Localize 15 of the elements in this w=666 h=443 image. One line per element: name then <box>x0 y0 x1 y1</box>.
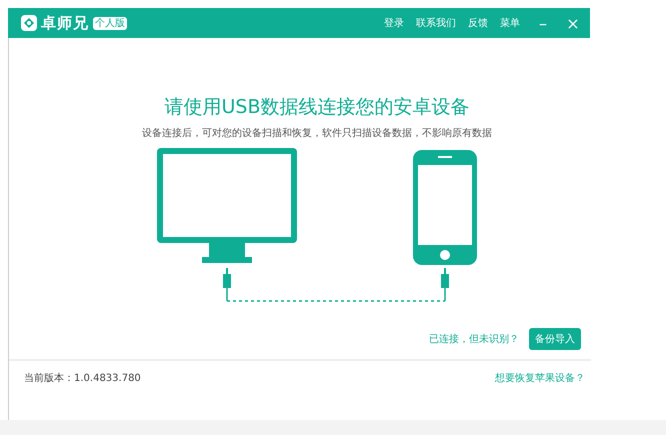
heading: 请使用USB数据线连接您的安卓设备 <box>164 95 470 120</box>
help-link[interactable]: 已连接，但未识别？ <box>429 332 519 346</box>
ios-recovery-link[interactable]: 想要恢复苹果设备？ <box>495 371 585 385</box>
menu-item[interactable]: 联系我们 <box>416 16 456 30</box>
subtitle: 设备连接后，可对您的设备扫描和恢复，软件只扫描设备数据，不影响原有数据 <box>142 126 492 140</box>
menu-item[interactable]: 登录 <box>384 16 404 30</box>
logo-icon <box>21 15 37 31</box>
minimize-button[interactable]: – <box>536 14 550 32</box>
backup-import-button[interactable]: 备份导入 <box>529 328 581 350</box>
version-text: 当前版本：1.0.4833.780 <box>24 372 141 385</box>
menu-item[interactable]: 菜单 <box>500 16 520 30</box>
app-name: 卓师兄 <box>41 14 89 32</box>
menu-item[interactable]: 反馈 <box>468 16 488 30</box>
edition-badge: 个人版 <box>93 16 127 30</box>
close-button[interactable]: × <box>566 14 580 32</box>
